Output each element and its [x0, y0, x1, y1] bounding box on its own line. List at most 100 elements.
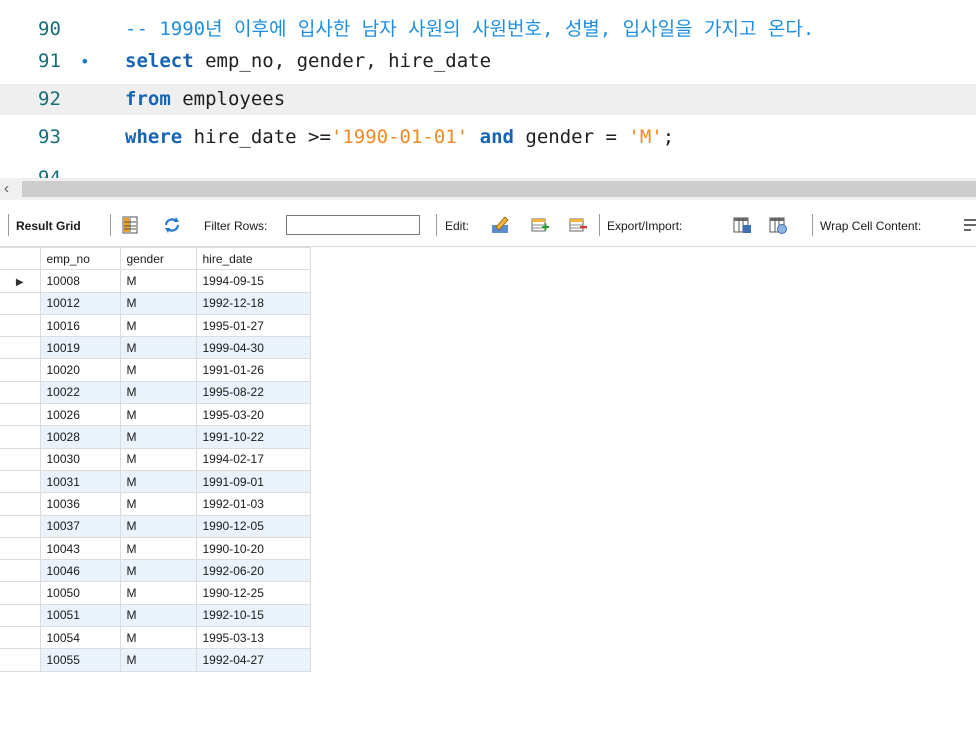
- cell-gender[interactable]: M: [120, 425, 197, 449]
- cell-emp-no[interactable]: 10022: [40, 381, 121, 405]
- table-row[interactable]: 10046 M 1992-06-20: [0, 559, 311, 583]
- table-row[interactable]: 10054 M 1995-03-13: [0, 626, 311, 650]
- table-row[interactable]: 10026 M 1995-03-20: [0, 403, 311, 427]
- cell-gender[interactable]: M: [120, 537, 197, 561]
- row-indicator[interactable]: [0, 381, 41, 405]
- row-indicator[interactable]: [0, 425, 41, 449]
- row-indicator[interactable]: [0, 470, 41, 494]
- column-header-hire-date[interactable]: hire_date: [196, 246, 311, 271]
- cell-emp-no[interactable]: 10030: [40, 448, 121, 471]
- cell-gender[interactable]: M: [120, 604, 197, 628]
- cell-hire-date[interactable]: 1995-01-27: [196, 314, 311, 338]
- add-row-icon[interactable]: [530, 215, 550, 235]
- result-grid[interactable]: emp_no gender hire_date ▶ 10008 M 1994-09-1…: [0, 246, 976, 732]
- row-indicator[interactable]: [0, 515, 41, 538]
- cell-hire-date[interactable]: 1990-12-05: [196, 515, 311, 538]
- editor-line-active[interactable]: 92 from employees: [0, 84, 976, 115]
- cell-emp-no[interactable]: 10019: [40, 336, 121, 360]
- cell-hire-date[interactable]: 1994-09-15: [196, 269, 311, 293]
- table-row[interactable]: 10050 M 1990-12-25: [0, 581, 311, 605]
- cell-emp-no[interactable]: 10016: [40, 314, 121, 338]
- cell-hire-date[interactable]: 1995-03-20: [196, 403, 311, 427]
- cell-emp-no[interactable]: 10054: [40, 626, 121, 650]
- row-indicator[interactable]: [0, 336, 41, 360]
- column-header-emp-no[interactable]: emp_no: [40, 246, 121, 271]
- editor-line[interactable]: 93 where hire_date >='1990-01-01' and ge…: [0, 122, 976, 153]
- cell-emp-no[interactable]: 10026: [40, 403, 121, 427]
- cell-emp-no[interactable]: 10043: [40, 537, 121, 561]
- scroll-left-icon[interactable]: ‹: [4, 179, 9, 199]
- cell-gender[interactable]: M: [120, 470, 197, 494]
- row-indicator[interactable]: [0, 604, 41, 628]
- cell-hire-date[interactable]: 1991-10-22: [196, 425, 311, 449]
- cell-hire-date[interactable]: 1994-02-17: [196, 448, 311, 471]
- cell-emp-no[interactable]: 10050: [40, 581, 121, 605]
- table-row[interactable]: 10055 M 1992-04-27: [0, 648, 311, 672]
- cell-hire-date[interactable]: 1990-10-20: [196, 537, 311, 561]
- table-row[interactable]: 10020 M 1991-01-26: [0, 358, 311, 382]
- cell-gender[interactable]: M: [120, 515, 197, 538]
- sql-editor[interactable]: 90 -- 1990년 이후에 입사한 남자 사원의 사원번호, 성별, 입사일…: [0, 0, 976, 178]
- delete-row-icon[interactable]: [568, 215, 588, 235]
- cell-hire-date[interactable]: 1991-09-01: [196, 470, 311, 494]
- table-row[interactable]: 10016 M 1995-01-27: [0, 314, 311, 338]
- row-indicator[interactable]: [0, 358, 41, 382]
- row-indicator[interactable]: [0, 492, 41, 516]
- table-row[interactable]: 10030 M 1994-02-17: [0, 448, 311, 471]
- table-row[interactable]: 10019 M 1999-04-30: [0, 336, 311, 360]
- cell-emp-no[interactable]: 10028: [40, 425, 121, 449]
- cell-emp-no[interactable]: 10055: [40, 648, 121, 672]
- horizontal-scrollbar[interactable]: ‹: [0, 178, 976, 200]
- row-indicator[interactable]: [0, 292, 41, 315]
- row-indicator[interactable]: [0, 448, 41, 471]
- cell-emp-no[interactable]: 10036: [40, 492, 121, 516]
- cell-emp-no[interactable]: 10051: [40, 604, 121, 628]
- editor-line[interactable]: 90 -- 1990년 이후에 입사한 남자 사원의 사원번호, 성별, 입사일…: [0, 14, 976, 45]
- scrollbar-thumb[interactable]: [22, 181, 976, 197]
- cell-emp-no[interactable]: 10008: [40, 269, 121, 293]
- cell-gender[interactable]: M: [120, 492, 197, 516]
- cell-emp-no[interactable]: 10020: [40, 358, 121, 382]
- refresh-icon[interactable]: [162, 215, 182, 235]
- cell-hire-date[interactable]: 1992-04-27: [196, 648, 311, 672]
- table-row[interactable]: 10028 M 1991-10-22: [0, 425, 311, 449]
- import-icon[interactable]: [768, 215, 788, 235]
- cell-hire-date[interactable]: 1995-08-22: [196, 381, 311, 405]
- wrap-cell-icon[interactable]: [962, 215, 976, 235]
- cell-gender[interactable]: M: [120, 336, 197, 360]
- cell-emp-no[interactable]: 10031: [40, 470, 121, 494]
- row-indicator[interactable]: [0, 626, 41, 650]
- cell-hire-date[interactable]: 1991-01-26: [196, 358, 311, 382]
- cell-gender[interactable]: M: [120, 358, 197, 382]
- cell-gender[interactable]: M: [120, 448, 197, 471]
- cell-gender[interactable]: M: [120, 269, 197, 293]
- cell-gender[interactable]: M: [120, 626, 197, 650]
- table-row[interactable]: 10037 M 1990-12-05: [0, 515, 311, 538]
- cell-gender[interactable]: M: [120, 648, 197, 672]
- row-indicator[interactable]: [0, 537, 41, 561]
- table-row[interactable]: 10022 M 1995-08-22: [0, 381, 311, 405]
- table-row[interactable]: ▶ 10008 M 1994-09-15: [0, 269, 311, 293]
- table-row[interactable]: 10043 M 1990-10-20: [0, 537, 311, 561]
- cell-emp-no[interactable]: 10037: [40, 515, 121, 538]
- edit-cell-icon[interactable]: [490, 215, 510, 235]
- cell-emp-no[interactable]: 10046: [40, 559, 121, 583]
- row-indicator[interactable]: [0, 314, 41, 338]
- cell-hire-date[interactable]: 1995-03-13: [196, 626, 311, 650]
- cell-hire-date[interactable]: 1992-06-20: [196, 559, 311, 583]
- cell-emp-no[interactable]: 10012: [40, 292, 121, 315]
- table-row[interactable]: 10036 M 1992-01-03: [0, 492, 311, 516]
- row-indicator[interactable]: [0, 559, 41, 583]
- editor-line[interactable]: 91 • select emp_no, gender, hire_date: [0, 46, 976, 77]
- export-icon[interactable]: [732, 215, 752, 235]
- cell-gender[interactable]: M: [120, 314, 197, 338]
- row-indicator[interactable]: [0, 581, 41, 605]
- form-editor-icon[interactable]: [120, 215, 140, 235]
- cell-gender[interactable]: M: [120, 292, 197, 315]
- row-indicator[interactable]: ▶: [0, 269, 41, 293]
- cell-hire-date[interactable]: 1992-01-03: [196, 492, 311, 516]
- filter-rows-input[interactable]: [286, 215, 420, 235]
- row-indicator[interactable]: [0, 403, 41, 427]
- cell-gender[interactable]: M: [120, 581, 197, 605]
- column-header-gender[interactable]: gender: [120, 246, 197, 271]
